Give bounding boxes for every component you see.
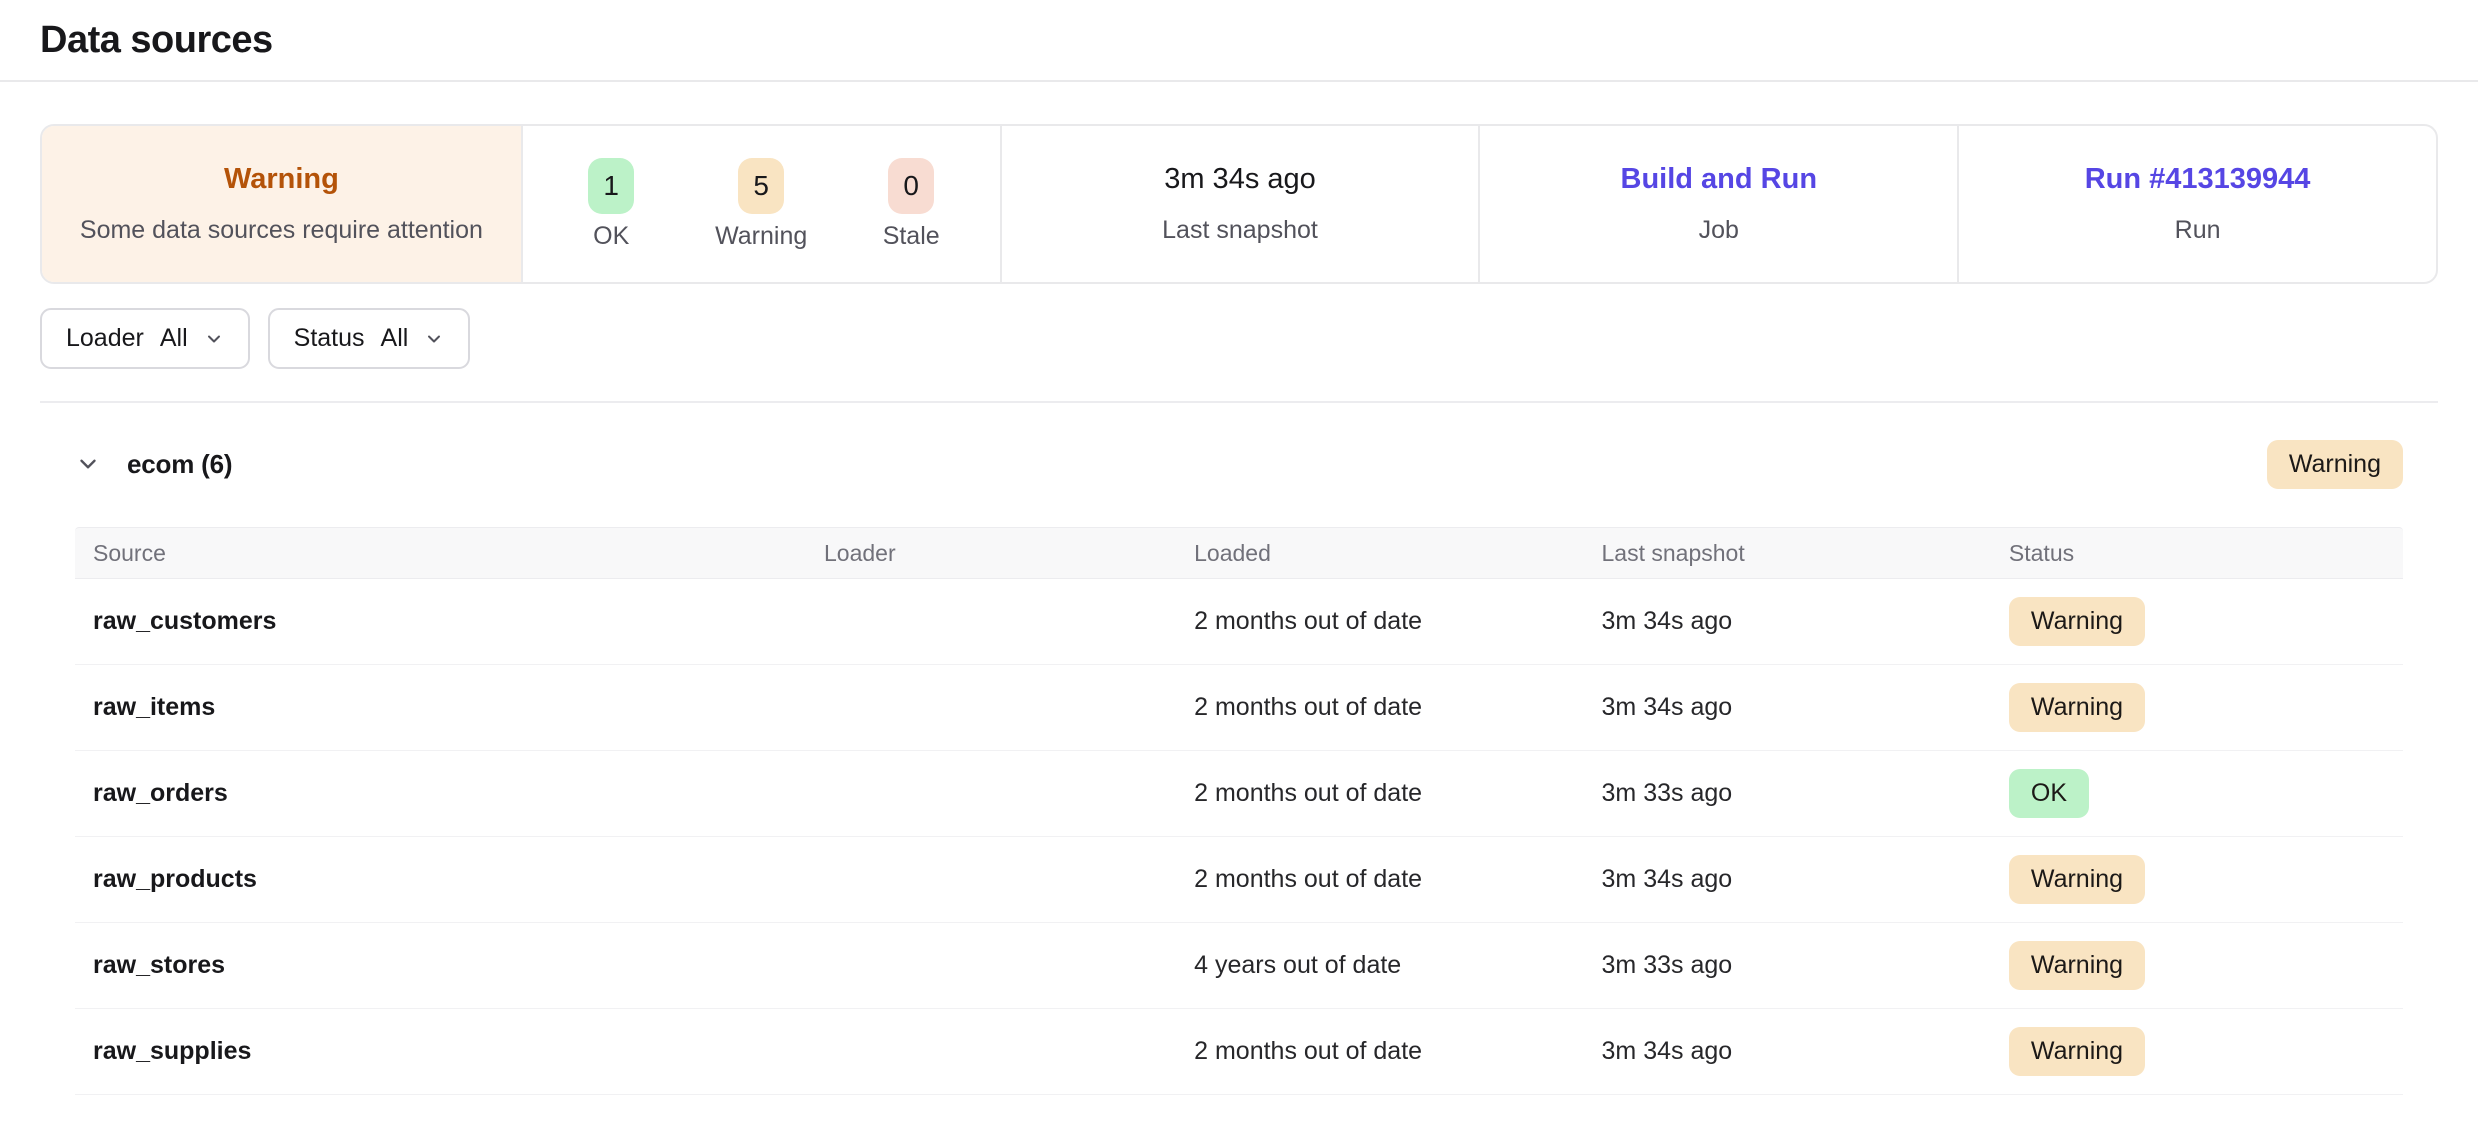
table-row[interactable]: raw_supplies 2 months out of date 3m 34s… [75, 1009, 2403, 1095]
source-name: raw_supplies [75, 1037, 806, 1066]
loaded-cell: 2 months out of date [1176, 693, 1583, 722]
table-row[interactable]: raw_stores 4 years out of date 3m 33s ag… [75, 923, 2403, 1009]
loaded-cell: 2 months out of date [1176, 865, 1583, 894]
column-header-last-snapshot: Last snapshot [1584, 540, 1991, 567]
loader-filter-dropdown[interactable]: Loader All [40, 308, 250, 369]
filters-bar: Loader All Status All [40, 308, 2438, 369]
table-row[interactable]: raw_items 2 months out of date 3m 34s ag… [75, 665, 2403, 751]
status-cell: Warning [1991, 1027, 2403, 1076]
last-snapshot-card: 3m 34s ago Last snapshot [1000, 126, 1479, 282]
status-cell: Warning [1991, 597, 2403, 646]
overall-status-value: Warning [224, 163, 339, 196]
summary-strip: Warning Some data sources require attent… [40, 124, 2438, 284]
run-link[interactable]: Run #413139944 [2085, 163, 2311, 196]
status-filter-value: All [381, 324, 409, 353]
page-header: Data sources [0, 0, 2478, 82]
job-card: Build and Run Job [1478, 126, 1957, 282]
run-card: Run #413139944 Run [1957, 126, 2436, 282]
status-cell: Warning [1991, 941, 2403, 990]
overall-status-subtitle: Some data sources require attention [80, 216, 483, 245]
count-ok: 1 OK [536, 158, 686, 251]
loader-filter-value: All [160, 324, 188, 353]
status-badge: Warning [2009, 683, 2145, 732]
job-label: Job [1699, 216, 1739, 245]
job-link[interactable]: Build and Run [1621, 163, 1818, 196]
status-badge: Warning [2009, 597, 2145, 646]
source-name: raw_customers [75, 607, 806, 636]
last-snapshot-cell: 3m 34s ago [1584, 693, 1991, 722]
status-filter-dropdown[interactable]: Status All [268, 308, 471, 369]
chevron-down-icon [424, 329, 444, 349]
column-header-source: Source [75, 540, 806, 567]
warning-count-pill: 5 [738, 158, 784, 214]
source-name: raw_orders [75, 779, 806, 808]
ok-count-label: OK [593, 222, 629, 251]
sources-table: Source Loader Loaded Last snapshot Statu… [75, 527, 2403, 1095]
last-snapshot-cell: 3m 34s ago [1584, 607, 1991, 636]
group-section-ecom: ecom (6) Warning Source Loader Loaded La… [40, 433, 2438, 1095]
collapse-chevron-icon[interactable] [75, 451, 101, 477]
loaded-cell: 2 months out of date [1176, 1037, 1583, 1066]
stale-count-label: Stale [883, 222, 940, 251]
count-stale: 0 Stale [836, 158, 986, 251]
loaded-cell: 2 months out of date [1176, 607, 1583, 636]
status-filter-label: Status [294, 324, 365, 353]
last-snapshot-value: 3m 34s ago [1164, 163, 1316, 196]
table-row[interactable]: raw_products 2 months out of date 3m 34s… [75, 837, 2403, 923]
last-snapshot-cell: 3m 33s ago [1584, 951, 1991, 980]
column-header-loader: Loader [806, 540, 1176, 567]
ok-count-pill: 1 [588, 158, 634, 214]
loaded-cell: 4 years out of date [1176, 951, 1583, 980]
last-snapshot-cell: 3m 34s ago [1584, 865, 1991, 894]
status-cell: OK [1991, 769, 2403, 818]
status-badge: OK [2009, 769, 2089, 818]
group-name: ecom (6) [127, 449, 232, 480]
run-label: Run [2175, 216, 2221, 245]
source-name: raw_items [75, 693, 806, 722]
last-snapshot-cell: 3m 34s ago [1584, 1037, 1991, 1066]
section-divider [40, 401, 2438, 403]
column-header-loaded: Loaded [1176, 540, 1583, 567]
last-snapshot-label: Last snapshot [1162, 216, 1318, 245]
status-cell: Warning [1991, 683, 2403, 732]
table-row[interactable]: raw_customers 2 months out of date 3m 34… [75, 579, 2403, 665]
status-badge: Warning [2009, 941, 2145, 990]
count-warning: 5 Warning [686, 158, 836, 251]
overall-status-card: Warning Some data sources require attent… [42, 126, 521, 282]
table-body: raw_customers 2 months out of date 3m 34… [75, 579, 2403, 1095]
last-snapshot-cell: 3m 33s ago [1584, 779, 1991, 808]
status-counts-card: 1 OK 5 Warning 0 Stale [521, 126, 1000, 282]
group-status-badge: Warning [2267, 440, 2403, 489]
loaded-cell: 2 months out of date [1176, 779, 1583, 808]
table-header-row: Source Loader Loaded Last snapshot Statu… [75, 527, 2403, 579]
status-badge: Warning [2009, 855, 2145, 904]
stale-count-pill: 0 [888, 158, 934, 214]
status-badge: Warning [2009, 1027, 2145, 1076]
group-header: ecom (6) Warning [75, 433, 2403, 495]
column-header-status: Status [1991, 540, 2403, 567]
chevron-down-icon [204, 329, 224, 349]
table-row[interactable]: raw_orders 2 months out of date 3m 33s a… [75, 751, 2403, 837]
warning-count-label: Warning [715, 222, 807, 251]
data-sources-page: Data sources Warning Some data sources r… [0, 0, 2478, 1134]
status-cell: Warning [1991, 855, 2403, 904]
source-name: raw_products [75, 865, 806, 894]
loader-filter-label: Loader [66, 324, 144, 353]
source-name: raw_stores [75, 951, 806, 980]
page-title: Data sources [40, 19, 273, 62]
